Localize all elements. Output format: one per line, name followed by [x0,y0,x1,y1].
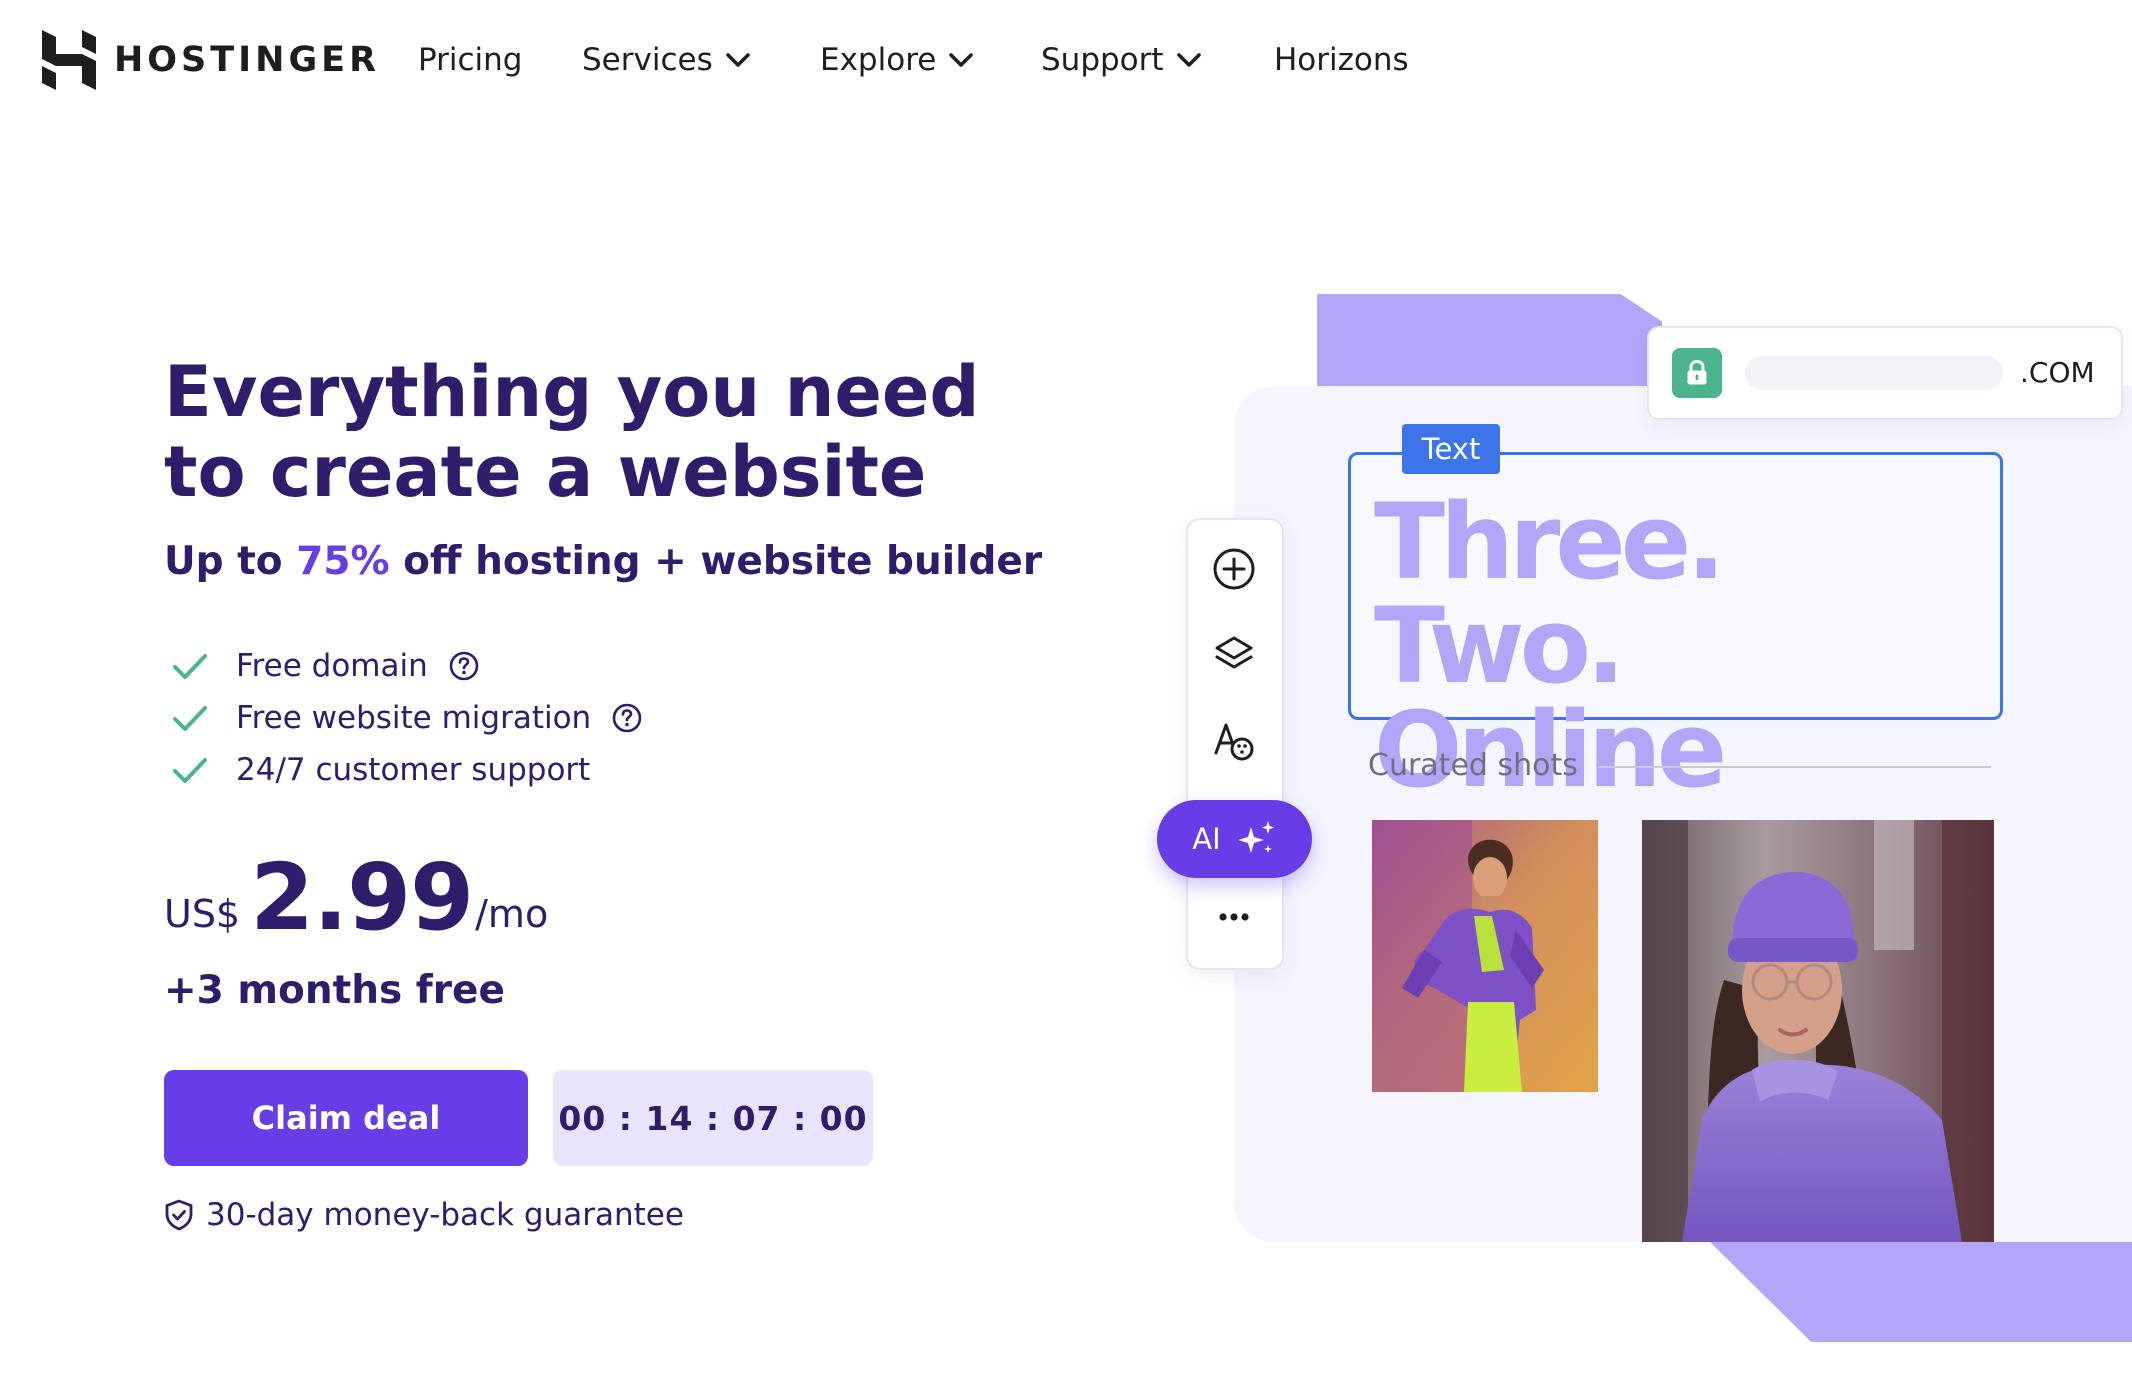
brand-name[interactable]: HOSTINGER [114,40,380,80]
nav-label: Support [1041,42,1164,78]
chevron-down-icon [949,53,974,67]
nav-item-support[interactable]: Support [1041,40,1202,80]
countdown-timer: 00 : 14 : 07 : 00 [553,1070,873,1166]
nav-item-explore[interactable]: Explore [820,40,974,80]
chevron-down-icon [725,53,750,67]
nav-label: Horizons [1274,42,1409,78]
plus-circle-icon[interactable] [1211,546,1257,592]
feature-item: 24/7 customer support [170,748,590,792]
text-element-tag: Text [1402,424,1500,474]
shield-check-icon [165,1199,193,1231]
nav-label: Explore [820,42,937,78]
gallery-photo [1642,820,1994,1242]
ai-label: AI [1192,822,1221,856]
checkmark-icon [173,758,207,783]
discount-highlight: 75% [296,539,390,584]
nav-label: Services [582,42,713,78]
domain-tld: .COM [2020,356,2095,389]
lock-icon [1672,348,1722,398]
feature-item: Free website migration [170,696,643,740]
font-palette-icon[interactable] [1211,718,1257,764]
subtitle-prefix: Up to [164,539,283,584]
decorative-shape [1317,294,1662,386]
checkmark-icon [173,654,207,679]
hero-title: Everything you need to create a website [164,351,980,513]
hero-subtitle: Up to 75% off hosting + website builder [164,538,1042,586]
price-amount: 2.99 [250,844,474,951]
price-currency: US$ [164,892,241,936]
feature-label: Free website migration [236,700,592,736]
hostinger-logo-icon[interactable] [42,30,96,90]
feature-item: Free domain [170,644,480,688]
subtitle-suffix: off hosting + website builder [403,539,1043,584]
nav-item-pricing[interactable]: Pricing [418,40,523,80]
chevron-down-icon [1176,53,1201,67]
gallery-photo [1372,820,1598,1092]
money-back-guarantee: 30-day money-back guarantee [164,1192,684,1238]
price: US$ 2.99 /mo [164,848,548,948]
bonus-months: +3 months free [164,968,505,1013]
nav-item-horizons[interactable]: Horizons [1274,40,1409,80]
price-period: /mo [475,892,549,936]
decorative-shape [1710,1242,2132,1342]
feature-label: Free domain [236,648,428,684]
domain-placeholder [1745,356,2003,390]
help-circle-icon[interactable] [448,650,480,682]
checkmark-icon [173,706,207,731]
divider [1598,766,1991,768]
layers-icon[interactable] [1211,632,1257,678]
nav-item-services[interactable]: Services [582,40,751,80]
sparkle-icon [1237,821,1275,853]
feature-label: 24/7 customer support [236,752,591,788]
ai-assistant-button[interactable]: AI [1157,800,1312,878]
guarantee-label: 30-day money-back guarantee [206,1197,684,1233]
help-circle-icon[interactable] [611,702,643,734]
nav-label: Pricing [418,42,523,78]
curated-shots-label: Curated shots [1368,748,1578,783]
more-icon[interactable] [1211,894,1257,940]
claim-deal-button[interactable]: Claim deal [164,1070,528,1166]
